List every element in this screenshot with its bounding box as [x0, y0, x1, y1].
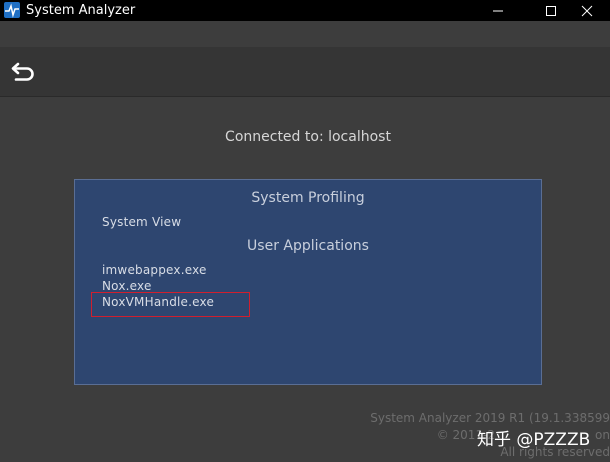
window-title: System Analyzer	[26, 3, 136, 18]
app-item-nox[interactable]: Nox.exe	[102, 279, 152, 293]
target-panel: System Profiling System View User Applic…	[74, 179, 542, 385]
close-button[interactable]	[564, 0, 610, 21]
watermark: 知乎 @PZZZB	[477, 430, 591, 450]
title-bar: System Analyzer	[0, 0, 610, 21]
minimize-button[interactable]	[475, 0, 521, 21]
copyright-tail: on	[595, 428, 610, 442]
app-window: System Analyzer Connected to: localhost …	[0, 0, 610, 462]
system-view-item[interactable]: System View	[102, 215, 181, 229]
highlight-box	[91, 292, 250, 317]
app-icon	[4, 2, 20, 18]
system-profiling-heading: System Profiling	[251, 190, 365, 206]
toolbar	[0, 47, 610, 97]
maximize-icon	[546, 5, 556, 16]
user-applications-heading: User Applications	[247, 238, 369, 254]
minimize-icon	[493, 10, 503, 11]
back-button[interactable]	[8, 58, 40, 84]
close-icon	[581, 5, 593, 16]
connection-status: Connected to: localhost	[225, 129, 391, 145]
back-arrow-icon	[11, 62, 34, 81]
app-item-imwebappex[interactable]: imwebappex.exe	[102, 263, 207, 277]
